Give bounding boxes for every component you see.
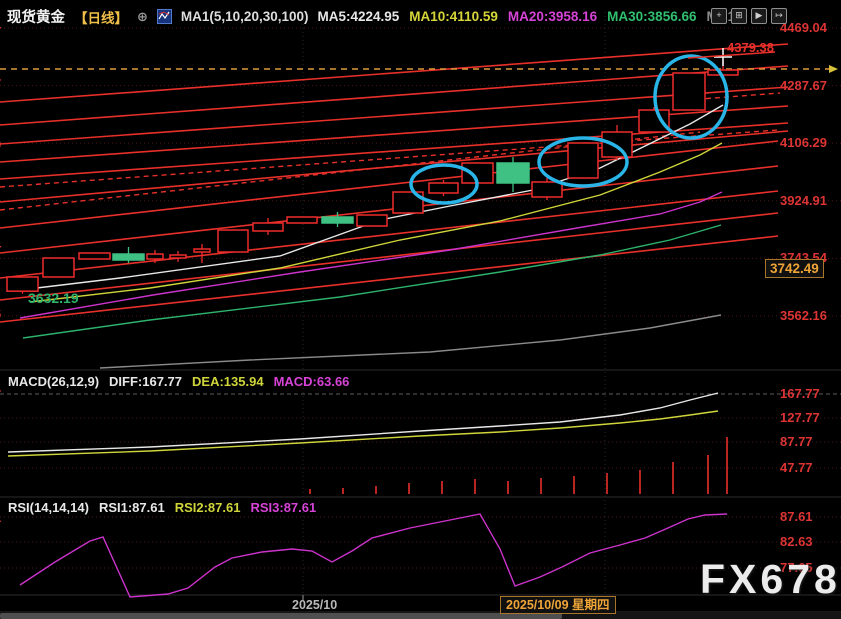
macd-axis-label: 127.77: [780, 410, 820, 425]
ma-value-label: MA5:4224.95: [317, 9, 399, 24]
candle-body: [170, 255, 186, 258]
price-line-arrow-icon: [829, 65, 838, 73]
rsi3-value: RSI3:87.61: [250, 500, 316, 515]
chart-header: 现货黄金 【日线】 ⊕ MA1(5,10,20,30,100) MA5:4224…: [7, 6, 743, 27]
clipped-axis-fragment: 4: [0, 18, 1, 33]
macd-dea-line: [8, 411, 718, 456]
selected-date-box: 2025/10/09 星期四: [500, 596, 616, 614]
rsi-title: RSI(14,14,14): [8, 500, 89, 515]
current-price-box: 3742.49: [765, 259, 824, 278]
candle-body: [357, 215, 387, 226]
timeframe-label: 【日线】: [74, 7, 128, 27]
price-axis-label: 4106.29: [780, 135, 827, 150]
trend-line: [0, 191, 778, 278]
candle-body: [497, 163, 529, 183]
candle-body: [322, 217, 353, 223]
macd-axis-label: 47.77: [780, 460, 813, 475]
pane-grid-icon[interactable]: ⊞: [731, 8, 747, 24]
candle-body: [43, 258, 74, 277]
ma-settings-label: MA1(5,10,20,30,100): [181, 9, 309, 24]
rsi1-value: RSI1:87.61: [99, 500, 165, 515]
fx678-watermark: FX678: [700, 556, 841, 603]
macd-axis-label: 87.77: [780, 434, 813, 449]
ma-value-label: MA30:3856.66: [607, 9, 696, 24]
macd-diff-value: DIFF:167.77: [109, 374, 182, 389]
rsi-line: [20, 514, 727, 597]
clipped-axis-fragment: 7: [0, 76, 1, 91]
macd-axis-label: 167.77: [780, 386, 820, 401]
candle-body: [429, 183, 458, 193]
clipped-axis-fragment: 9: [0, 137, 1, 152]
chart-toolbar: +⊞▶↦: [711, 8, 787, 24]
chart-canvas[interactable]: [0, 0, 841, 619]
macd-macd-value: MACD:63.66: [274, 374, 350, 389]
price-axis-label: 3924.91: [780, 193, 827, 208]
ma-values-row: MA5:4224.95 MA10:4110.59 MA20:3958.16 MA30:…: [317, 9, 742, 24]
candle-body: [602, 132, 632, 157]
rsi-axis-label: 82.63: [780, 534, 813, 549]
clipped-axis-fragment: 1: [0, 510, 1, 525]
symbol-name: 现货黄金: [7, 6, 65, 27]
candle-body: [532, 182, 562, 197]
rsi2-value: RSI2:87.61: [175, 500, 241, 515]
candle-body: [253, 223, 283, 231]
macd-header: MACD(26,12,9) DIFF:167.77 DEA:135.94 MAC…: [8, 374, 349, 389]
trend-line: [0, 166, 778, 253]
rsi-header: RSI(14,14,14) RSI1:87.61 RSI2:87.61 RSI3…: [8, 500, 316, 515]
pane-play-icon[interactable]: ▶: [751, 8, 767, 24]
trend-line: [0, 44, 788, 102]
pane-exit-icon[interactable]: ↦: [771, 8, 787, 24]
candle-body: [639, 110, 669, 132]
macd-diff-line: [8, 393, 718, 452]
clipped-axis-fragment: 4: [0, 237, 1, 252]
time-axis-month-label: 2025/10: [292, 598, 337, 612]
chart-window: 现货黄金 【日线】 ⊕ MA1(5,10,20,30,100) MA5:4224…: [0, 0, 841, 619]
clipped-axis-fragment: 6: [0, 306, 1, 321]
macd-dea-value: DEA:135.94: [192, 374, 264, 389]
candle-body: [673, 73, 705, 110]
macd-title: MACD(26,12,9): [8, 374, 99, 389]
clipped-axis-fragment: 7: [0, 387, 1, 402]
rsi-axis-label: 87.61: [780, 509, 813, 524]
low-price-callout: 3632.19: [28, 290, 79, 306]
ma-value-label: MA10:4110.59: [409, 9, 498, 24]
candle-body: [113, 254, 144, 260]
candle-body: [147, 254, 163, 259]
price-axis-label: 4469.04: [780, 20, 827, 35]
candle-body: [568, 143, 598, 178]
move-tool-icon[interactable]: +: [711, 8, 727, 24]
ma-value-label: MA20:3958.16: [508, 9, 597, 24]
high-price-callout: 4379.38: [727, 40, 774, 55]
price-axis-label: 3562.16: [780, 308, 827, 323]
ma100-line: [100, 315, 721, 368]
price-axis-label: 4287.67: [780, 78, 827, 93]
time-scrollbar-thumb[interactable]: [0, 613, 562, 619]
mini-candlestick-icon[interactable]: [157, 9, 172, 24]
candle-body: [79, 253, 110, 259]
circle-plus-icon[interactable]: ⊕: [137, 9, 148, 25]
candle-body: [194, 249, 210, 252]
candle-body: [287, 217, 317, 223]
candle-body: [218, 230, 248, 252]
